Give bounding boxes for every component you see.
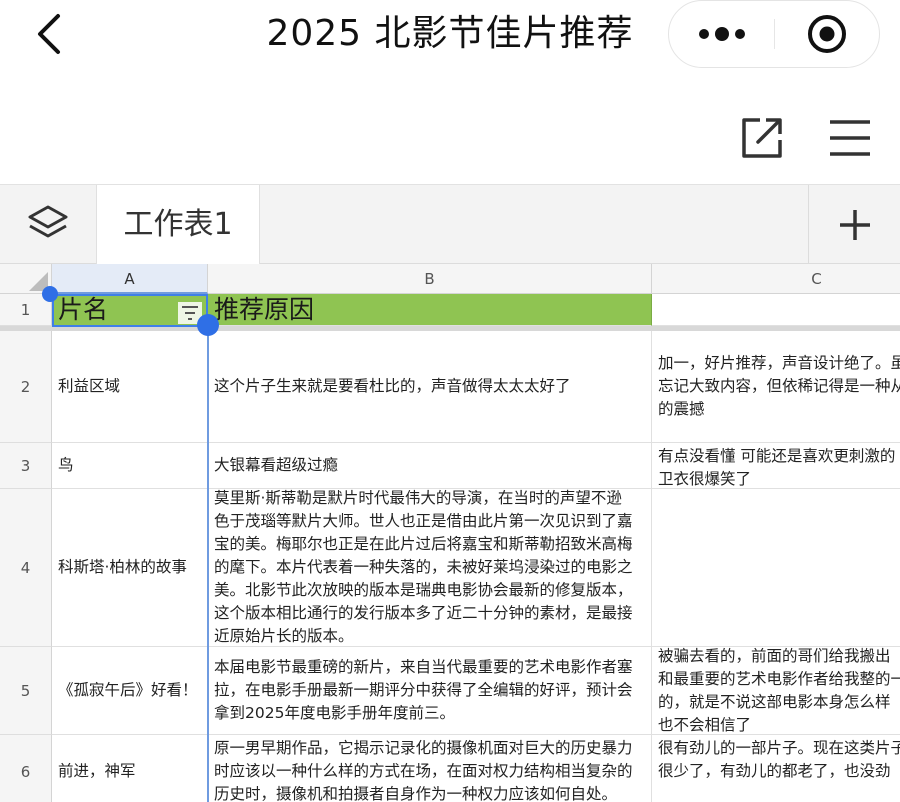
selection-handle-start[interactable] bbox=[42, 286, 58, 302]
spreadsheet-grid: A B C 1 片名 推荐原因 2 利益区域 这个片子生来就是要看杜比的，声音做… bbox=[0, 264, 900, 802]
cell-c2[interactable]: 加一，好片推荐，声音设计绝了。虽 忘记大致内容，但依稀记得是一种从 的震撼 bbox=[652, 331, 900, 443]
selection-handle-end[interactable] bbox=[197, 314, 219, 336]
cell-c4[interactable] bbox=[652, 489, 900, 647]
cell-b3[interactable]: 大银幕看超级过瘾 bbox=[208, 443, 652, 489]
navigation-bar: 2025 北影节佳片推荐 bbox=[0, 0, 900, 70]
row-header-4[interactable]: 4 bbox=[0, 489, 52, 647]
column-header-a[interactable]: A bbox=[52, 264, 208, 294]
column-header-c[interactable]: C bbox=[652, 264, 900, 294]
cell-c3[interactable]: 有点没看懂 可能还是喜欢更刺激的 卫衣很爆笑了 bbox=[652, 443, 900, 489]
cell-a6[interactable]: 前进，神军 bbox=[52, 735, 208, 802]
column-selection-edge bbox=[207, 324, 209, 802]
column-header-b[interactable]: B bbox=[208, 264, 652, 294]
row-header-3[interactable]: 3 bbox=[0, 443, 52, 489]
row-header-2[interactable]: 2 bbox=[0, 331, 52, 443]
sheet-list-button[interactable] bbox=[0, 185, 96, 264]
cell-c6[interactable]: 很有劲儿的一部片子。现在这类片子 很少了，有劲儿的都老了，也没劲 bbox=[652, 735, 900, 802]
menu-button[interactable] bbox=[826, 114, 874, 162]
cell-c1[interactable] bbox=[652, 294, 900, 326]
cell-b6[interactable]: 原一男早期作品，它揭示记录化的摄像机面对巨大的历史暴力 时应该以一种什么样的方式… bbox=[208, 735, 652, 802]
document-toolbar bbox=[0, 70, 900, 184]
cell-a4[interactable]: 科斯塔·柏林的故事 bbox=[52, 489, 208, 647]
cell-a2[interactable]: 利益区域 bbox=[52, 331, 208, 443]
layers-icon bbox=[28, 205, 68, 238]
row-header-5[interactable]: 5 bbox=[0, 647, 52, 735]
hamburger-menu-icon bbox=[830, 120, 870, 156]
tab-sheet1[interactable]: 工作表1 bbox=[96, 185, 260, 264]
more-dots-icon bbox=[699, 27, 745, 41]
mini-program-capsule bbox=[668, 0, 880, 68]
share-button[interactable] bbox=[738, 114, 786, 162]
cell-a5[interactable]: 《孤寂午后》好看！ bbox=[52, 647, 208, 735]
cell-b2[interactable]: 这个片子生来就是要看杜比的，声音做得太太太好了 bbox=[208, 331, 652, 443]
share-export-icon bbox=[742, 118, 782, 158]
row-header-6[interactable]: 6 bbox=[0, 735, 52, 802]
cell-a3[interactable]: 鸟 bbox=[52, 443, 208, 489]
more-button[interactable] bbox=[669, 1, 775, 67]
plus-icon bbox=[840, 210, 870, 240]
sheet-tabs-bar: 工作表1 bbox=[0, 184, 900, 264]
cell-c5[interactable]: 被骗去看的，前面的哥们给我搬出 和最重要的艺术电影作者给我整的一 的，就是不说这… bbox=[652, 647, 900, 735]
target-close-icon bbox=[808, 15, 846, 53]
close-mini-program-button[interactable] bbox=[775, 1, 879, 67]
cell-b5[interactable]: 本届电影节最重磅的新片，来自当代最重要的艺术电影作者塞 拉，在电影手册最新一期评… bbox=[208, 647, 652, 735]
add-sheet-button[interactable] bbox=[808, 185, 900, 264]
cell-b4[interactable]: 莫里斯·斯蒂勒是默片时代最伟大的导演，在当时的声望不逊 色于茂瑙等默片大师。世人… bbox=[208, 489, 652, 647]
cell-b1[interactable]: 推荐原因 bbox=[208, 294, 652, 326]
